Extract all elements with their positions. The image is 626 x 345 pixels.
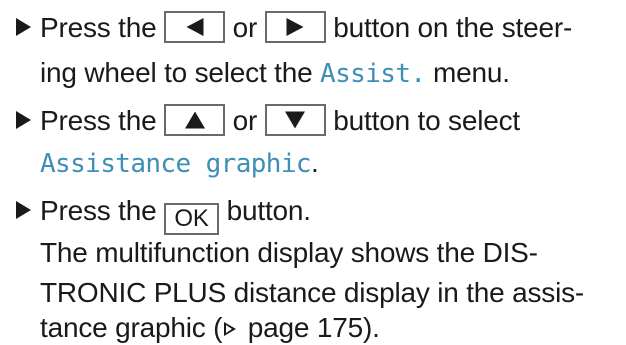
- page-reference-link[interactable]: page 175).: [240, 312, 380, 343]
- step-text: Press the: [40, 195, 165, 226]
- bullet-arrow-icon: [16, 111, 31, 129]
- up-button-key: [164, 104, 226, 136]
- step-text: button.: [219, 195, 311, 226]
- or-text: or: [225, 105, 265, 136]
- menu-term-assist: Assist.: [320, 59, 426, 89]
- or-text: or: [225, 12, 265, 43]
- step-2-line-2: Assistance graphic.: [40, 146, 319, 181]
- result-line-2: TRONIC PLUS distance display in the assi…: [40, 277, 585, 308]
- step-text: ing wheel to select the: [40, 57, 321, 88]
- up-arrow-icon: [184, 111, 205, 129]
- right-button-key: [264, 11, 326, 43]
- bullet-arrow-icon: [16, 18, 31, 36]
- down-button-key: [264, 104, 326, 136]
- left-arrow-icon: [186, 18, 204, 36]
- ok-button-key: OK: [164, 203, 220, 235]
- left-button-key: [164, 11, 226, 43]
- bullet-arrow-icon: [16, 201, 31, 219]
- step-1-line-2: ing wheel to select the Assist. menu.: [40, 56, 510, 91]
- result-text: tance graphic (: [40, 312, 223, 343]
- step-text: button on the steer-: [325, 12, 573, 43]
- right-arrow-icon: [286, 18, 304, 36]
- step-1-line-1: Press the or button on the steer-: [16, 11, 572, 45]
- step-text: menu.: [425, 57, 510, 88]
- result-line-3: tance graphic ( page 175).: [40, 311, 380, 345]
- menu-term-assistance-graphic: Assistance graphic: [40, 149, 312, 179]
- step-2-line-1: Press the or button to select: [16, 104, 520, 138]
- manual-instructions: Press the or button on the steer- ing wh…: [0, 0, 626, 343]
- step-text: Press the: [40, 105, 165, 136]
- down-arrow-icon: [285, 111, 306, 129]
- result-line-1: The multifunction display shows the DIS-: [40, 237, 538, 268]
- step-text: .: [310, 147, 319, 178]
- step-text: button to select: [325, 105, 521, 136]
- step-3-line-1: Press the OK button.: [16, 194, 311, 235]
- page-reference-icon: [224, 322, 237, 336]
- step-text: Press the: [40, 12, 165, 43]
